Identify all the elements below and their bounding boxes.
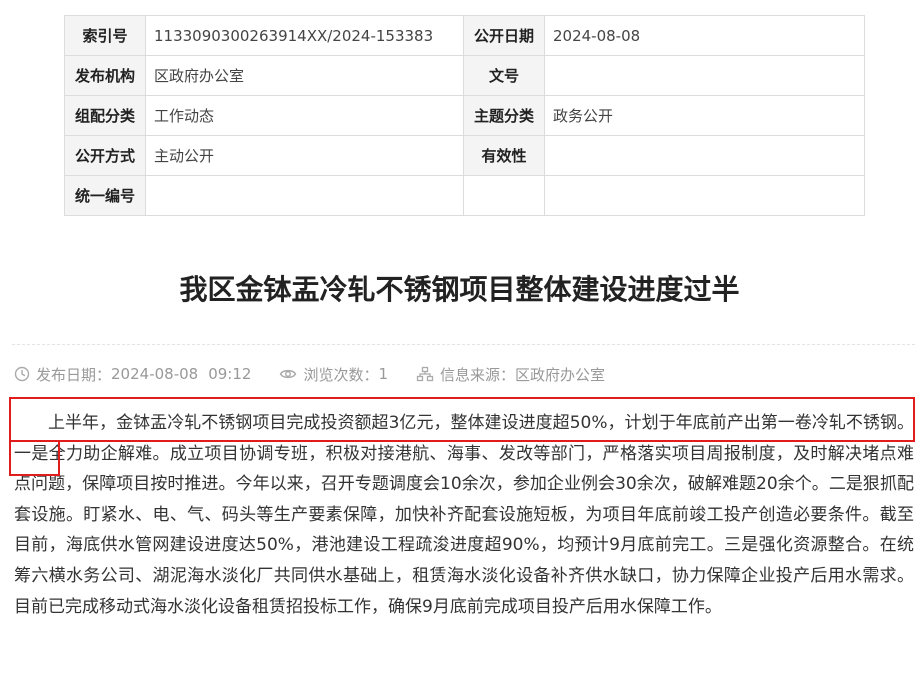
source-value: 区政府办公室 — [515, 365, 606, 384]
meta-source: 信息来源： 区政府办公室 — [416, 364, 605, 385]
eye-icon — [280, 369, 297, 379]
article-body: 上半年，金钵盂冷轧不锈钢项目完成投资额超3亿元，整体建设进度超50%，计划于年底… — [14, 408, 914, 622]
label-group-category: 组配分类 — [64, 95, 146, 136]
article-title: 我区金钵盂冷轧不锈钢项目整体建设进度过半 — [179, 273, 740, 306]
table-row: 统一编号 — [64, 175, 865, 216]
value-group-category: 工作动态 — [145, 95, 464, 136]
empty-cell — [463, 175, 545, 216]
empty-cell — [544, 175, 865, 216]
value-publisher: 区政府办公室 — [145, 55, 464, 96]
highlighted-sentence: 上半年，金钵盂冷轧不锈钢项目完成投资额超3亿元，整体建设进度超50%，计划于年底… — [48, 413, 914, 433]
label-publish-date: 公开日期 — [463, 15, 545, 56]
table-row: 公开方式 主动公开 有效性 — [64, 135, 865, 176]
label-disclosure-method: 公开方式 — [64, 135, 146, 176]
label-unified-number: 统一编号 — [64, 175, 146, 216]
value-topic-category: 政务公开 — [544, 95, 865, 136]
value-validity — [544, 135, 865, 176]
publish-time: 09:12 — [208, 365, 252, 383]
table-row: 发布机构 区政府办公室 文号 — [64, 55, 865, 96]
label-validity: 有效性 — [463, 135, 545, 176]
label-topic-category: 主题分类 — [463, 95, 545, 136]
label-publisher: 发布机构 — [64, 55, 146, 96]
value-doc-number — [544, 55, 865, 96]
meta-publish-date: 发布日期： 2024-08-08 09:12 — [14, 364, 251, 385]
publish-date: 2024-08-08 — [111, 365, 199, 383]
value-index-no: 1133090300263914XX/2024-153383 — [145, 15, 464, 56]
table-row: 索引号 1133090300263914XX/2024-153383 公开日期 … — [64, 15, 865, 56]
label-index-no: 索引号 — [64, 15, 146, 56]
value-unified-number — [145, 175, 464, 216]
value-publish-date: 2024-08-08 — [544, 15, 865, 56]
label-doc-number: 文号 — [463, 55, 545, 96]
views-label: 浏览次数： — [303, 365, 379, 384]
clock-icon — [14, 366, 30, 382]
publish-label: 发布日期： — [36, 365, 112, 384]
views-count: 1 — [378, 365, 388, 383]
article-meta: 发布日期： 2024-08-08 09:12 浏览次数： 1 信息来源： 区政府… — [14, 362, 633, 386]
value-disclosure-method: 主动公开 — [145, 135, 464, 176]
info-table: 索引号 1133090300263914XX/2024-153383 公开日期 … — [64, 15, 865, 216]
meta-views: 浏览次数： 1 — [279, 364, 388, 385]
body-rest: 一是全力助企解难。成立项目协调专班，积极对接港航、海事、发改等部门，严格落实项目… — [14, 443, 914, 617]
table-row: 组配分类 工作动态 主题分类 政务公开 — [64, 95, 865, 136]
source-label: 信息来源： — [440, 365, 516, 384]
sitemap-icon — [416, 366, 434, 382]
divider — [12, 344, 915, 345]
